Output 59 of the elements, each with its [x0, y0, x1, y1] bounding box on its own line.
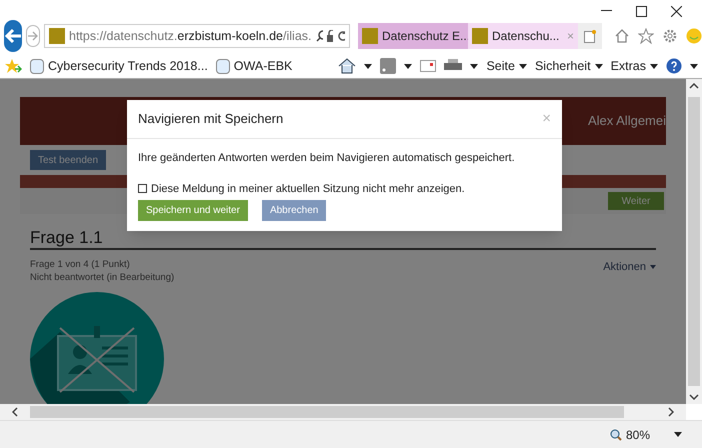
printer-icon[interactable] [444, 59, 462, 73]
help-icon[interactable] [666, 58, 682, 74]
menu-button[interactable]: Seite [486, 56, 527, 76]
scroll-up-icon[interactable] [689, 83, 699, 89]
dialog-title: Navigieren mit Speichern [138, 110, 284, 128]
caret-icon [650, 265, 656, 269]
dialog-message: Ihre geänderten Antworten werden beim Navigieren automatisch gespeichert. [138, 151, 516, 166]
caret-icon [650, 64, 658, 68]
browser-tab[interactable]: Datenschu... × [468, 23, 578, 49]
favorites-star-icon[interactable] [4, 58, 22, 74]
page-icon [216, 58, 230, 74]
site-icon [472, 28, 488, 44]
gear-icon[interactable] [662, 28, 678, 44]
caret-icon [674, 432, 682, 437]
feed-icon[interactable] [380, 58, 396, 74]
scroll-thumb[interactable] [688, 97, 700, 386]
vertical-scrollbar[interactable] [686, 79, 702, 404]
scroll-left-icon[interactable] [12, 407, 18, 417]
scroll-right-icon[interactable] [668, 407, 674, 417]
question-status: Nicht beantwortet (in Bearbeitung) [30, 271, 174, 284]
caret-icon [470, 64, 478, 68]
mail-icon[interactable] [420, 60, 436, 72]
page-icon [30, 58, 44, 74]
scroll-down-icon[interactable] [689, 394, 699, 400]
close-icon[interactable] [671, 6, 682, 16]
back-button[interactable] [4, 20, 22, 52]
lock-icon [327, 30, 334, 42]
new-page-icon [584, 29, 596, 43]
favorite-link[interactable]: Cybersecurity Trends 2018... [30, 56, 208, 76]
site-icon [362, 28, 378, 44]
new-tab-button[interactable] [578, 23, 602, 49]
home-icon[interactable] [338, 58, 356, 74]
url-text: https://datenschutz.erzbistum-koeln.de/ilias. [69, 28, 312, 45]
site-icon [49, 28, 65, 44]
checkbox[interactable] [138, 184, 147, 194]
star-icon[interactable] [638, 28, 654, 44]
arrow-right-icon [27, 31, 39, 41]
address-bar[interactable]: https://datenschutz.erzbistum-koeln.de/ilias. [44, 24, 350, 48]
zoom-button[interactable]: 80% [610, 426, 650, 444]
checkbox-label: Diese Meldung in meiner aktuellen Sitzung nicht mehr anzeigen. [151, 182, 465, 196]
refresh-icon[interactable] [337, 30, 346, 42]
caret-icon [518, 64, 527, 68]
caret-icon [594, 64, 603, 68]
search-icon[interactable] [316, 30, 324, 42]
question-info: Frage 1 von 4 (1 Punkt) [30, 258, 131, 271]
minimize-icon[interactable] [601, 10, 612, 12]
caret-icon [364, 64, 372, 68]
menu-button[interactable]: Sicherheit [534, 56, 603, 76]
maximize-icon[interactable] [636, 6, 647, 16]
horizontal-scrollbar[interactable] [0, 404, 686, 420]
scroll-thumb[interactable] [30, 406, 624, 418]
actions-menu[interactable]: Aktionen [603, 258, 656, 276]
favorite-link[interactable]: OWA-EBK [216, 56, 292, 76]
menu-button[interactable]: Extras [610, 56, 658, 76]
zoom-icon [610, 428, 622, 440]
caret-icon [404, 64, 412, 68]
user-name: Alex Allgemei [588, 112, 666, 130]
caret-icon [690, 64, 698, 68]
arrow-left-icon [4, 28, 22, 44]
